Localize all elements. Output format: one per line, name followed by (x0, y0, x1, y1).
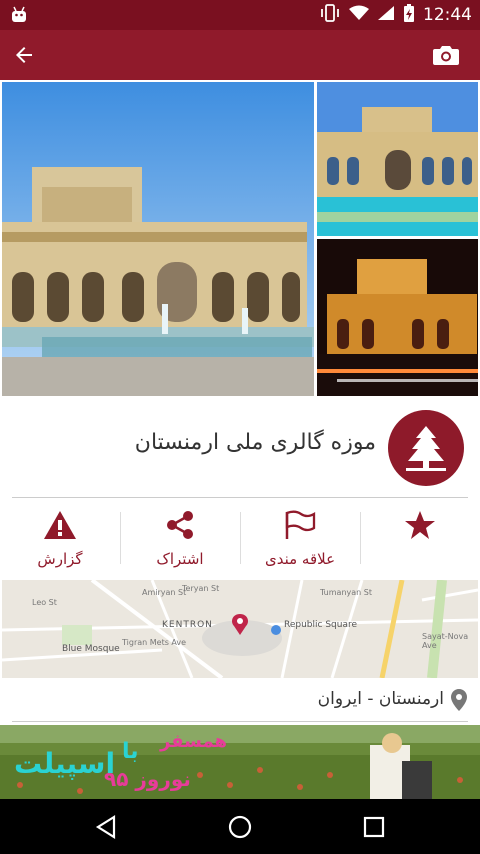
status-bar: 12:44 (0, 0, 480, 30)
map-label-kentron: KENTRON (162, 620, 213, 630)
share-button[interactable]: اشتراک (120, 500, 240, 578)
battery-charging-icon (403, 3, 415, 27)
banner-nowruz: نوروز ۹۵ (104, 767, 191, 791)
share-label: اشتراک (156, 550, 204, 568)
banner-ba: با (122, 739, 139, 764)
bottom-right-photo[interactable] (317, 239, 478, 396)
map-label-blue-mosque: Blue Mosque (62, 644, 120, 654)
nav-back-icon (95, 815, 116, 839)
location-row: ارمنستان - ایروان (0, 680, 480, 722)
location-map[interactable]: Leo St Amiryan St Teryan St Tigran Mets … (2, 580, 478, 678)
flag-icon (285, 510, 316, 539)
nav-home-icon (228, 815, 252, 839)
pine-tree-icon (406, 426, 446, 471)
map-label-teryan: Teryan St (182, 584, 220, 593)
system-nav-bar (0, 799, 480, 854)
report-button[interactable]: گزارش (0, 500, 120, 578)
back-button[interactable] (8, 39, 40, 71)
location-text: ارمنستان - ایروان (317, 689, 444, 709)
camera-button[interactable] (430, 39, 462, 71)
place-category-badge (388, 410, 464, 486)
photo-gallery (0, 80, 480, 398)
star-icon (405, 511, 435, 539)
map-label-sayat-nova: Sayat-Nova Ave (422, 632, 469, 650)
screen: 12:44 موزه گالری ملی ارمنستان گزارش اشتر… (0, 0, 480, 854)
action-bar: گزارش اشتراک علاقه مندی (0, 500, 480, 578)
title-divider (12, 497, 468, 498)
place-header: موزه گالری ملی ارمنستان (0, 400, 480, 498)
nav-recents-icon (363, 816, 385, 838)
warning-icon (44, 511, 76, 539)
banner-hamsafar: همسفر (160, 731, 228, 752)
nav-home-button[interactable] (224, 811, 256, 843)
map-label-amiryan: Amiryan St (142, 588, 187, 597)
favorite-button[interactable]: علاقه مندی (240, 500, 360, 578)
nav-recents-button[interactable] (358, 811, 390, 843)
share-icon (167, 511, 193, 539)
location-divider (12, 721, 468, 722)
wifi-icon (349, 5, 369, 25)
map-label-leo: Leo St (32, 598, 57, 607)
map-label-republic-square: Republic Square (284, 620, 358, 630)
vibrate-icon (319, 4, 341, 26)
android-icon (10, 6, 28, 28)
place-title: موزه گالری ملی ارمنستان (134, 430, 376, 455)
map-label-tigran: Tigran Mets Ave (122, 638, 187, 647)
top-right-photo[interactable] (317, 82, 478, 236)
main-photo[interactable] (2, 82, 314, 396)
map-label-tumanyan: Tumanyan St (320, 588, 372, 597)
location-pin-icon (450, 688, 468, 716)
nav-back-button[interactable] (90, 811, 122, 843)
status-time: 12:44 (423, 5, 472, 25)
rate-button[interactable] (360, 500, 480, 578)
favorite-label: علاقه مندی (264, 550, 336, 568)
camera-icon (433, 46, 459, 65)
arrow-back-icon (16, 47, 32, 63)
signal-icon (377, 5, 395, 25)
banner-espilet: اسپیلت (14, 747, 116, 780)
report-label: گزارش (37, 550, 83, 568)
app-bar (0, 30, 480, 80)
promo-banner[interactable]: همسفر با نوروز ۹۵ اسپیلت (0, 725, 480, 799)
